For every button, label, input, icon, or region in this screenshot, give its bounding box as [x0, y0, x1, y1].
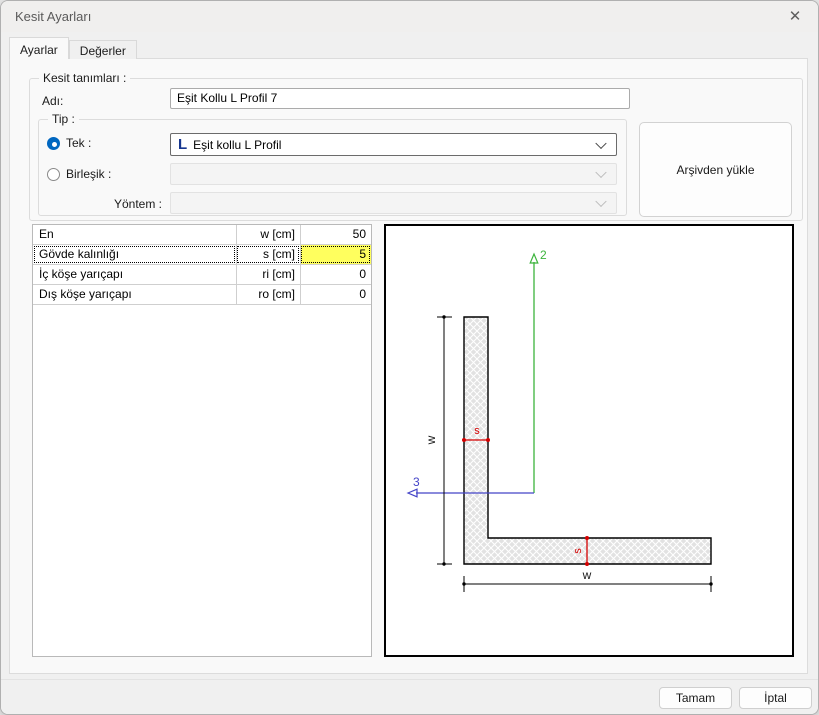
axis-2-label: 2 [540, 248, 547, 262]
birlesik-combobox [170, 163, 617, 185]
parameters-table: Enw [cm]50Gövde kalınlığıs [cm]5İç köşe … [32, 224, 372, 657]
ok-button[interactable]: Tamam [659, 687, 732, 709]
chevron-down-icon[interactable] [595, 137, 606, 148]
dim-s-vertical-leg-label: s [474, 425, 480, 437]
section-name-input[interactable]: Eşit Kollu L Profil 7 [170, 88, 630, 109]
title-bar: Kesit Ayarları ✕ [1, 1, 818, 32]
name-label: Adı: [42, 94, 63, 108]
axis-3-arrow-icon [408, 489, 417, 497]
tab-page-ayarlar: Kesit tanımları : Adı: Eşit Kollu L Prof… [9, 58, 808, 674]
radio-row-birlesik[interactable]: Birleşik : [47, 167, 111, 181]
dim-dot [462, 438, 466, 442]
dim-dot [585, 536, 589, 540]
table-cell-name[interactable]: İç köşe yarıçapı [33, 265, 236, 284]
load-from-archive-button[interactable]: Arşivden yükle [639, 122, 792, 217]
tip-group-title: Tip : [48, 112, 79, 126]
table-cell-unit[interactable]: ri [cm] [236, 265, 300, 284]
table-cell-name[interactable]: Gövde kalınlığı [33, 245, 236, 264]
table-cell-unit[interactable]: ro [cm] [236, 285, 300, 304]
kesit-ayarlari-dialog: Kesit Ayarları ✕ Ayarlar Değerler Kesit … [0, 0, 819, 715]
radio-birlesik[interactable] [47, 168, 60, 181]
table-cell-name[interactable]: Dış köşe yarıçapı [33, 285, 236, 304]
footer-bar: Tamam İptal [1, 679, 819, 715]
dim-dot [709, 582, 712, 585]
dim-dot [462, 582, 465, 585]
section-preview-canvas[interactable]: 2 3 w w [384, 224, 794, 657]
dim-dot [442, 562, 445, 565]
table-cell-value[interactable]: 0 [300, 285, 371, 304]
window-title: Kesit Ayarları [15, 9, 91, 24]
section-definitions-group-title: Kesit tanımları : [39, 71, 130, 85]
table-row[interactable]: İç köşe yarıçapıri [cm]0 [33, 265, 371, 285]
radio-tek-label: Tek : [66, 136, 91, 150]
tek-combobox-value: Eşit kollu L Profil [193, 138, 281, 152]
tab-ayarlar[interactable]: Ayarlar [9, 37, 69, 59]
tek-profile-combobox[interactable]: L Eşit kollu L Profil [170, 133, 617, 156]
l-profile-drawing: 2 3 w w [386, 226, 792, 655]
table-row[interactable]: Gövde kalınlığıs [cm]5 [33, 245, 371, 265]
dim-dot [486, 438, 490, 442]
dim-dot [442, 315, 445, 318]
radio-tek[interactable] [47, 137, 60, 150]
table-cell-value[interactable]: 0 [300, 265, 371, 284]
table-cell-unit[interactable]: w [cm] [236, 225, 300, 244]
l-profile-icon: L [178, 137, 187, 152]
close-icon[interactable]: ✕ [778, 3, 812, 29]
cancel-button[interactable]: İptal [739, 687, 812, 709]
table-cell-unit[interactable]: s [cm] [236, 245, 300, 264]
chevron-down-icon [595, 167, 606, 178]
table-cell-value[interactable]: 5 [300, 245, 371, 264]
table-cell-name[interactable]: En [33, 225, 236, 244]
table-row[interactable]: Dış köşe yarıçapıro [cm]0 [33, 285, 371, 305]
dim-dot [585, 562, 589, 566]
tab-strip: Ayarlar Değerler [9, 37, 137, 59]
axis-3-label: 3 [413, 475, 420, 489]
table-cell-value[interactable]: 50 [300, 225, 371, 244]
l-profile-shape [464, 317, 711, 564]
axis-2-arrow-icon [530, 254, 538, 263]
radio-row-tek[interactable]: Tek : [47, 136, 91, 150]
yontem-label: Yöntem : [48, 197, 162, 211]
table-row[interactable]: Enw [cm]50 [33, 225, 371, 245]
dim-w-left-label: w [424, 435, 438, 445]
tab-degerler[interactable]: Değerler [69, 40, 137, 59]
yontem-combobox [170, 192, 617, 214]
chevron-down-icon [595, 196, 606, 207]
radio-birlesik-label: Birleşik : [66, 167, 111, 181]
dim-s-horizontal-leg-label: s [572, 548, 584, 554]
dim-w-bottom-label: w [582, 568, 592, 582]
